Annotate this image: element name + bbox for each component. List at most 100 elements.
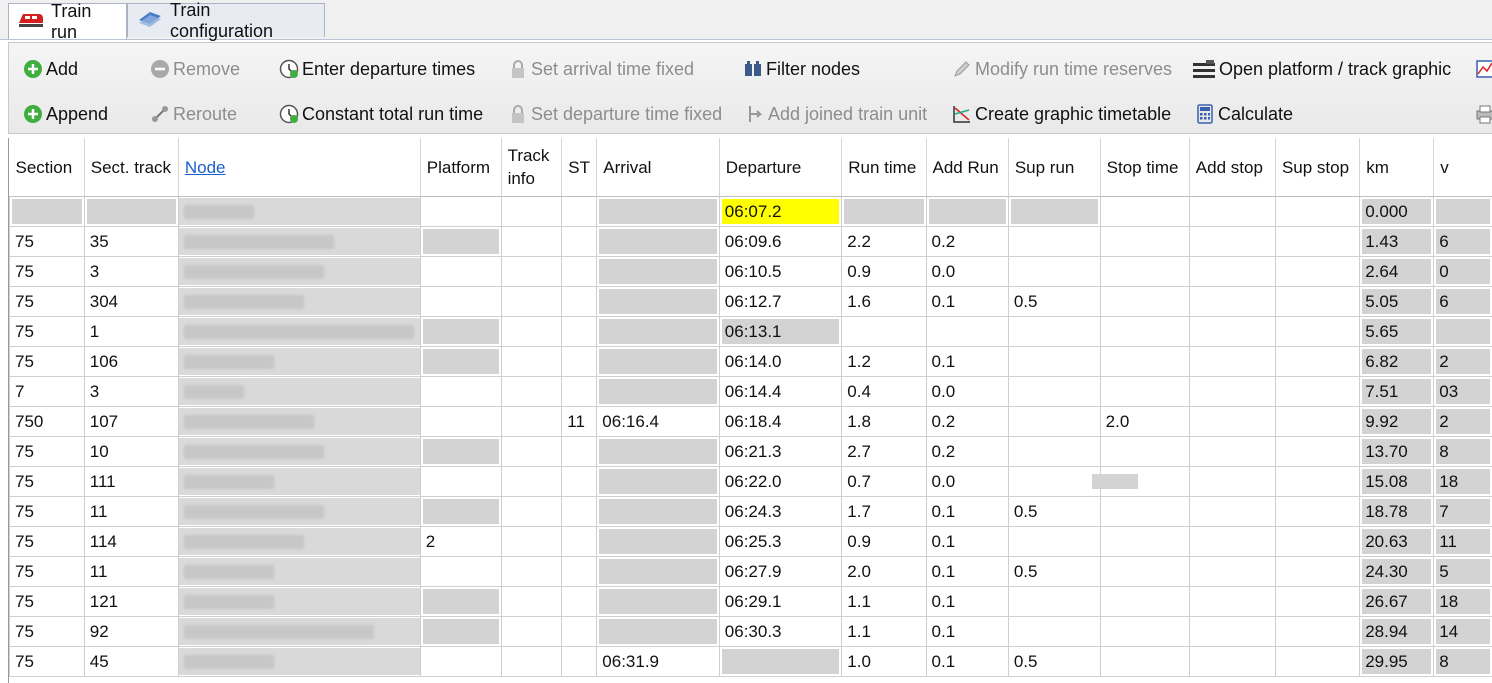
- cell-sup-stop[interactable]: [1274, 406, 1361, 437]
- table-row[interactable]: 75 121 06:29.1 1.1 0.1 26.67 18: [9, 586, 1492, 617]
- cell-stop-time[interactable]: [1099, 346, 1190, 377]
- cell-sup-run[interactable]: [1007, 586, 1101, 617]
- cell-run-time[interactable]: 2.2: [841, 226, 927, 257]
- cell-add-stop[interactable]: [1188, 646, 1276, 677]
- cell-arrival[interactable]: [596, 616, 720, 647]
- cell-add-stop[interactable]: [1188, 556, 1276, 587]
- cell-add-stop[interactable]: [1188, 346, 1276, 377]
- table-row[interactable]: 75 10 06:21.3 2.7 0.2 13.70 8: [9, 436, 1492, 467]
- cell-arrival[interactable]: [596, 436, 720, 467]
- table-row[interactable]: 75 35 06:09.6 2.2 0.2 1.43 6: [9, 226, 1492, 257]
- cell-track-info[interactable]: [500, 436, 563, 467]
- cell-sup-run[interactable]: [1007, 316, 1101, 347]
- cell-sect-track[interactable]: 1: [83, 316, 179, 347]
- cell-section[interactable]: 75: [9, 436, 85, 467]
- cell-arrival[interactable]: [596, 556, 720, 587]
- column-header-track-info[interactable]: Track info: [501, 138, 563, 197]
- cell-departure[interactable]: 06:27.9: [718, 556, 843, 587]
- cell-sect-track[interactable]: 3: [83, 256, 179, 287]
- cell-add-run[interactable]: 0.2: [925, 436, 1009, 467]
- cell-arrival[interactable]: [596, 316, 720, 347]
- cell-run-time[interactable]: 2.7: [841, 436, 927, 467]
- cell-track-info[interactable]: [500, 496, 563, 527]
- cell-km[interactable]: 24.30: [1359, 556, 1435, 587]
- cell-add-stop[interactable]: [1188, 526, 1276, 557]
- cell-stop-time[interactable]: [1099, 616, 1190, 647]
- cell-add-run[interactable]: 0.1: [925, 646, 1009, 677]
- cell-section[interactable]: 75: [9, 226, 85, 257]
- cell-sup-stop[interactable]: [1274, 376, 1361, 407]
- cell-section[interactable]: 75: [9, 316, 85, 347]
- cell-km[interactable]: 15.08: [1359, 466, 1435, 497]
- column-header-add-run[interactable]: Add Run: [926, 138, 1009, 197]
- cell-sup-run[interactable]: 0.5: [1007, 556, 1101, 587]
- cell-sup-run[interactable]: [1007, 256, 1101, 287]
- cell-track-info[interactable]: [500, 646, 563, 677]
- cell-departure[interactable]: 06:13.1: [718, 316, 843, 347]
- cell-add-stop[interactable]: [1188, 616, 1276, 647]
- cell-sup-run[interactable]: [1007, 226, 1101, 257]
- cell-platform[interactable]: [419, 466, 502, 497]
- cell-track-info[interactable]: [500, 376, 563, 407]
- cell-run-time[interactable]: [841, 196, 927, 227]
- cell-arrival[interactable]: [596, 376, 720, 407]
- cell-node[interactable]: [177, 466, 421, 497]
- cell-departure[interactable]: 06:07.2: [718, 196, 843, 227]
- cell-v[interactable]: 6: [1433, 286, 1492, 317]
- column-header-v[interactable]: v: [1433, 138, 1492, 197]
- cell-add-run[interactable]: 0.0: [925, 466, 1009, 497]
- cell-departure[interactable]: 06:14.4: [718, 376, 843, 407]
- cell-st[interactable]: [561, 496, 598, 527]
- column-header-run-time[interactable]: Run time: [841, 138, 927, 197]
- cell-stop-time[interactable]: [1099, 286, 1190, 317]
- cell-sect-track[interactable]: 35: [83, 226, 179, 257]
- cell-platform[interactable]: [419, 316, 502, 347]
- cell-add-run[interactable]: 0.0: [925, 376, 1009, 407]
- column-header-departure[interactable]: Departure: [719, 138, 843, 197]
- cell-v[interactable]: 8: [1433, 436, 1492, 467]
- cell-sect-track[interactable]: 11: [83, 496, 179, 527]
- cell-section[interactable]: 7: [9, 376, 85, 407]
- cell-arrival[interactable]: [596, 196, 720, 227]
- cell-km[interactable]: 29.95: [1359, 646, 1435, 677]
- cell-stop-time[interactable]: [1099, 316, 1190, 347]
- cell-add-run[interactable]: [925, 196, 1009, 227]
- cell-platform[interactable]: [419, 286, 502, 317]
- column-header-arrival[interactable]: Arrival: [596, 138, 720, 197]
- cell-v[interactable]: 14: [1433, 616, 1492, 647]
- cell-node[interactable]: [177, 436, 421, 467]
- cell-km[interactable]: 18.78: [1359, 496, 1435, 527]
- cell-node[interactable]: [177, 586, 421, 617]
- cell-add-run[interactable]: 0.2: [925, 406, 1009, 437]
- table-row[interactable]: 75 114 2 06:25.3 0.9 0.1 20.63 11: [9, 526, 1492, 557]
- cell-sup-run[interactable]: [1007, 466, 1101, 497]
- cell-st[interactable]: 11: [561, 406, 598, 437]
- cell-node[interactable]: [177, 256, 421, 287]
- cell-track-info[interactable]: [500, 316, 563, 347]
- cell-st[interactable]: [561, 556, 598, 587]
- cell-stop-time[interactable]: [1099, 556, 1190, 587]
- cell-st[interactable]: [561, 346, 598, 377]
- cell-km[interactable]: 9.92: [1359, 406, 1435, 437]
- cell-departure[interactable]: 06:24.3: [718, 496, 843, 527]
- cell-departure[interactable]: 06:12.7: [718, 286, 843, 317]
- cell-add-run[interactable]: 0.1: [925, 286, 1009, 317]
- cell-platform[interactable]: [419, 616, 502, 647]
- cell-stop-time[interactable]: [1099, 586, 1190, 617]
- cell-section[interactable]: 75: [9, 466, 85, 497]
- cell-v[interactable]: 8: [1433, 646, 1492, 677]
- cell-add-stop[interactable]: [1188, 376, 1276, 407]
- cell-km[interactable]: 0.000: [1359, 196, 1435, 227]
- cell-add-stop[interactable]: [1188, 406, 1276, 437]
- cell-track-info[interactable]: [500, 406, 563, 437]
- cell-sup-stop[interactable]: [1274, 316, 1361, 347]
- cell-stop-time[interactable]: 2.0: [1099, 406, 1190, 437]
- cell-run-time[interactable]: 1.6: [841, 286, 927, 317]
- cell-track-info[interactable]: [500, 466, 563, 497]
- cell-sup-stop[interactable]: [1274, 226, 1361, 257]
- cell-departure[interactable]: 06:29.1: [718, 586, 843, 617]
- cell-add-run[interactable]: [925, 316, 1009, 347]
- cell-run-time[interactable]: 1.8: [841, 406, 927, 437]
- append-button[interactable]: Append: [23, 101, 108, 127]
- cell-track-info[interactable]: [500, 616, 563, 647]
